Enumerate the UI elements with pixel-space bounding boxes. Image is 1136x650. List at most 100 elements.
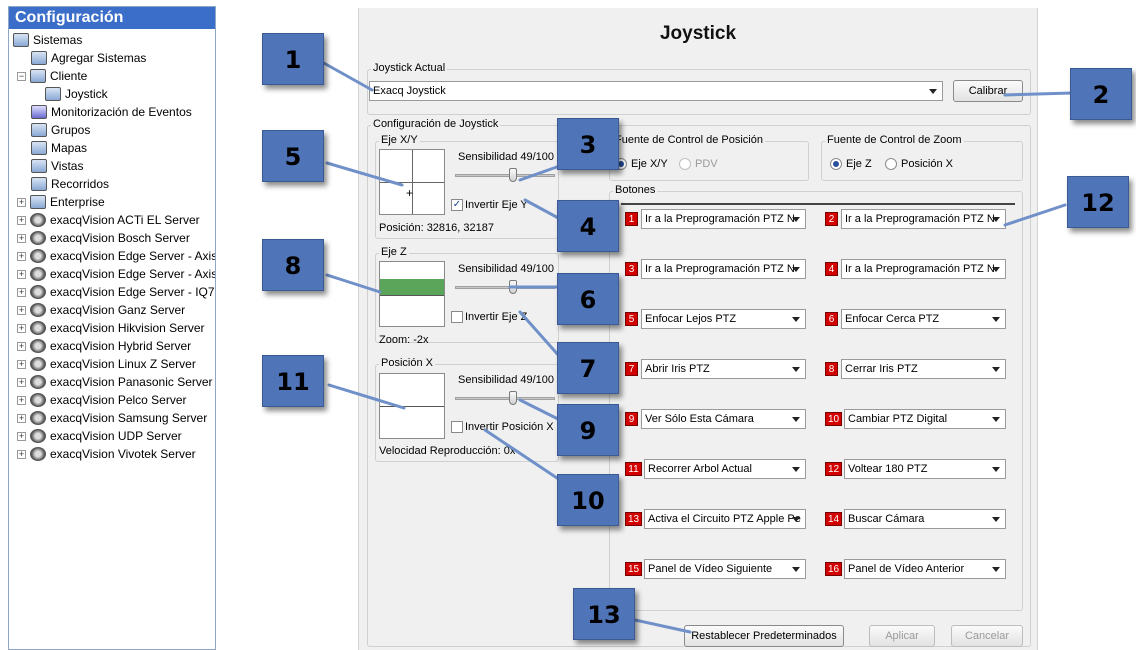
expand-icon[interactable]: +	[17, 359, 26, 369]
tree-item[interactable]: Recorridos	[31, 175, 109, 193]
expand-icon[interactable]: +	[17, 341, 26, 351]
tree-item[interactable]: + exacqVision Hybrid Server	[17, 337, 191, 355]
button-2-action-select[interactable]: Ir a la Preprogramación PTZ N	[841, 209, 1006, 229]
z-sensitivity-slider[interactable]	[455, 286, 555, 289]
button-11-action-select[interactable]: Recorrer Arbol Actual	[644, 459, 806, 479]
invert-position-x-checkbox[interactable]	[451, 421, 463, 433]
expand-icon[interactable]: +	[17, 395, 26, 405]
tree-item[interactable]: Grupos	[31, 121, 90, 139]
xy-sensitivity-slider[interactable]	[455, 174, 555, 177]
xy-sensitivity-thumb[interactable]	[509, 168, 517, 182]
button-6-action-select[interactable]: Enfocar Cerca PTZ	[841, 309, 1006, 329]
callout-13: 13	[573, 588, 635, 640]
expand-icon[interactable]: +	[17, 323, 26, 333]
tree-item[interactable]: + exacqVision Edge Server - Axis	[17, 247, 215, 265]
apply-button[interactable]: Aplicar	[869, 625, 935, 647]
crosshair-icon: +	[406, 186, 414, 200]
expand-icon[interactable]: +	[17, 287, 26, 297]
expand-icon[interactable]: +	[17, 233, 26, 243]
px-sensitivity-slider[interactable]	[455, 397, 555, 400]
tree-item-label: Agregar Sistemas	[51, 51, 147, 65]
position-source-pdv-radio[interactable]	[679, 158, 691, 170]
button-7-action-select[interactable]: Abrir Iris PTZ	[641, 359, 806, 379]
callout-3: 3	[557, 118, 619, 170]
callout-10: 10	[557, 474, 619, 526]
tree-item[interactable]: + exacqVision Linux Z Server	[17, 355, 196, 373]
expand-icon[interactable]: +	[17, 197, 26, 207]
button-number-badge: 14	[825, 512, 842, 526]
tree-item[interactable]: Agregar Sistemas	[31, 49, 146, 67]
tree-item[interactable]: + Enterprise	[17, 193, 105, 211]
collapse-icon[interactable]: −	[17, 71, 26, 81]
zoom-source-z-radio[interactable]	[830, 158, 842, 170]
expand-icon[interactable]: +	[17, 305, 26, 315]
tree-item[interactable]: + exacqVision Vivotek Server	[17, 445, 196, 463]
reset-defaults-button[interactable]: Restablecer Predeterminados	[684, 625, 844, 647]
button-number-badge: 7	[625, 362, 638, 376]
tree-item-label: exacqVision Panasonic Server	[50, 375, 213, 389]
expand-icon[interactable]: +	[17, 413, 26, 423]
tree-item[interactable]: Monitorización de Eventos	[31, 103, 192, 121]
expand-icon[interactable]: +	[17, 377, 26, 387]
expand-icon[interactable]: +	[17, 449, 26, 459]
button-action-value: Voltear 180 PTZ	[848, 463, 928, 475]
tree-item[interactable]: Vistas	[31, 157, 83, 175]
server-icon	[30, 393, 46, 407]
invert-z-checkbox[interactable]	[451, 311, 463, 323]
chevron-down-icon	[992, 417, 1000, 422]
tree-item[interactable]: + exacqVision Samsung Server	[17, 409, 207, 427]
cancel-button[interactable]: Cancelar	[951, 625, 1023, 647]
tree-item[interactable]: Joystick	[45, 85, 108, 103]
button-5-action-select[interactable]: Enfocar Lejos PTZ	[641, 309, 806, 329]
button-10-action-select[interactable]: Cambiar PTZ Digital	[844, 409, 1006, 429]
server-icon	[30, 429, 46, 443]
button-16-action-select[interactable]: Panel de Vídeo Anterior	[844, 559, 1006, 579]
tree-item[interactable]: Sistemas	[13, 31, 82, 49]
tree-item[interactable]: + exacqVision ACTi EL Server	[17, 211, 200, 229]
expand-icon[interactable]: +	[17, 215, 26, 225]
position-source-label: Fuente de Control de Posición	[613, 134, 765, 146]
tree-item[interactable]: + exacqVision UDP Server	[17, 427, 182, 445]
calibrate-button[interactable]: Calibrar	[953, 80, 1023, 102]
tree-item[interactable]: − Cliente	[17, 67, 87, 85]
button-14-action-select[interactable]: Buscar Cámara	[844, 509, 1006, 529]
z-sensitivity-thumb[interactable]	[509, 280, 517, 294]
tree-item[interactable]: + exacqVision Edge Server - Axis	[17, 265, 216, 283]
zoom-source-posx-radio[interactable]	[885, 158, 897, 170]
tree-item[interactable]: + exacqVision Edge Server - IQ76	[17, 283, 215, 301]
button-action-value: Ir a la Preprogramación PTZ N	[845, 263, 995, 275]
button-9-action-select[interactable]: Ver Sólo Esta Cámara	[641, 409, 806, 429]
tree-item[interactable]: + exacqVision Hikvision Server	[17, 319, 205, 337]
invert-y-checkbox[interactable]: ✓	[451, 199, 463, 211]
tree-item-label: exacqVision Edge Server - Axis	[50, 267, 216, 281]
button-15-action-select[interactable]: Panel de Vídeo Siguiente	[644, 559, 806, 579]
button-12-action-select[interactable]: Voltear 180 PTZ	[844, 459, 1006, 479]
callout-8: 8	[262, 239, 324, 291]
tree-item-label: Sistemas	[33, 33, 83, 47]
expand-icon[interactable]: +	[17, 431, 26, 441]
tree-item[interactable]: Mapas	[31, 139, 87, 157]
callout-6: 6	[557, 273, 619, 325]
tree-item-label: exacqVision Hikvision Server	[50, 321, 205, 335]
px-sensitivity-thumb[interactable]	[509, 391, 517, 405]
button-3-action-select[interactable]: Ir a la Preprogramación PTZ N	[641, 259, 806, 279]
server-icon	[30, 267, 46, 281]
tree-item[interactable]: + exacqVision Bosch Server	[17, 229, 190, 247]
tree-item[interactable]: + exacqVision Pelco Server	[17, 391, 187, 409]
tree-item[interactable]: + exacqVision Ganz Server	[17, 301, 185, 319]
tree-item[interactable]: + exacqVision Panasonic Server	[17, 373, 213, 391]
z-axis-label: Eje Z	[379, 246, 409, 258]
button-4-action-select[interactable]: Ir a la Preprogramación PTZ N	[841, 259, 1006, 279]
tree-item-label: exacqVision UDP Server	[50, 429, 182, 443]
button-1-action-select[interactable]: Ir a la Preprogramación PTZ N	[641, 209, 806, 229]
tree-title: Configuración	[9, 7, 215, 29]
zoom-source-posx-label: Posición X	[901, 158, 953, 170]
expand-icon[interactable]: +	[17, 269, 26, 279]
button-13-action-select[interactable]: Activa el Circuito PTZ Apple Pe	[644, 509, 806, 529]
joystick-select[interactable]: Exacq Joystick	[369, 81, 943, 101]
button-8-action-select[interactable]: Cerrar Iris PTZ	[841, 359, 1006, 379]
button-number-badge: 2	[825, 212, 838, 226]
expand-icon[interactable]: +	[17, 251, 26, 261]
button-action-value: Enfocar Cerca PTZ	[845, 313, 940, 325]
button-number-badge: 3	[625, 262, 638, 276]
